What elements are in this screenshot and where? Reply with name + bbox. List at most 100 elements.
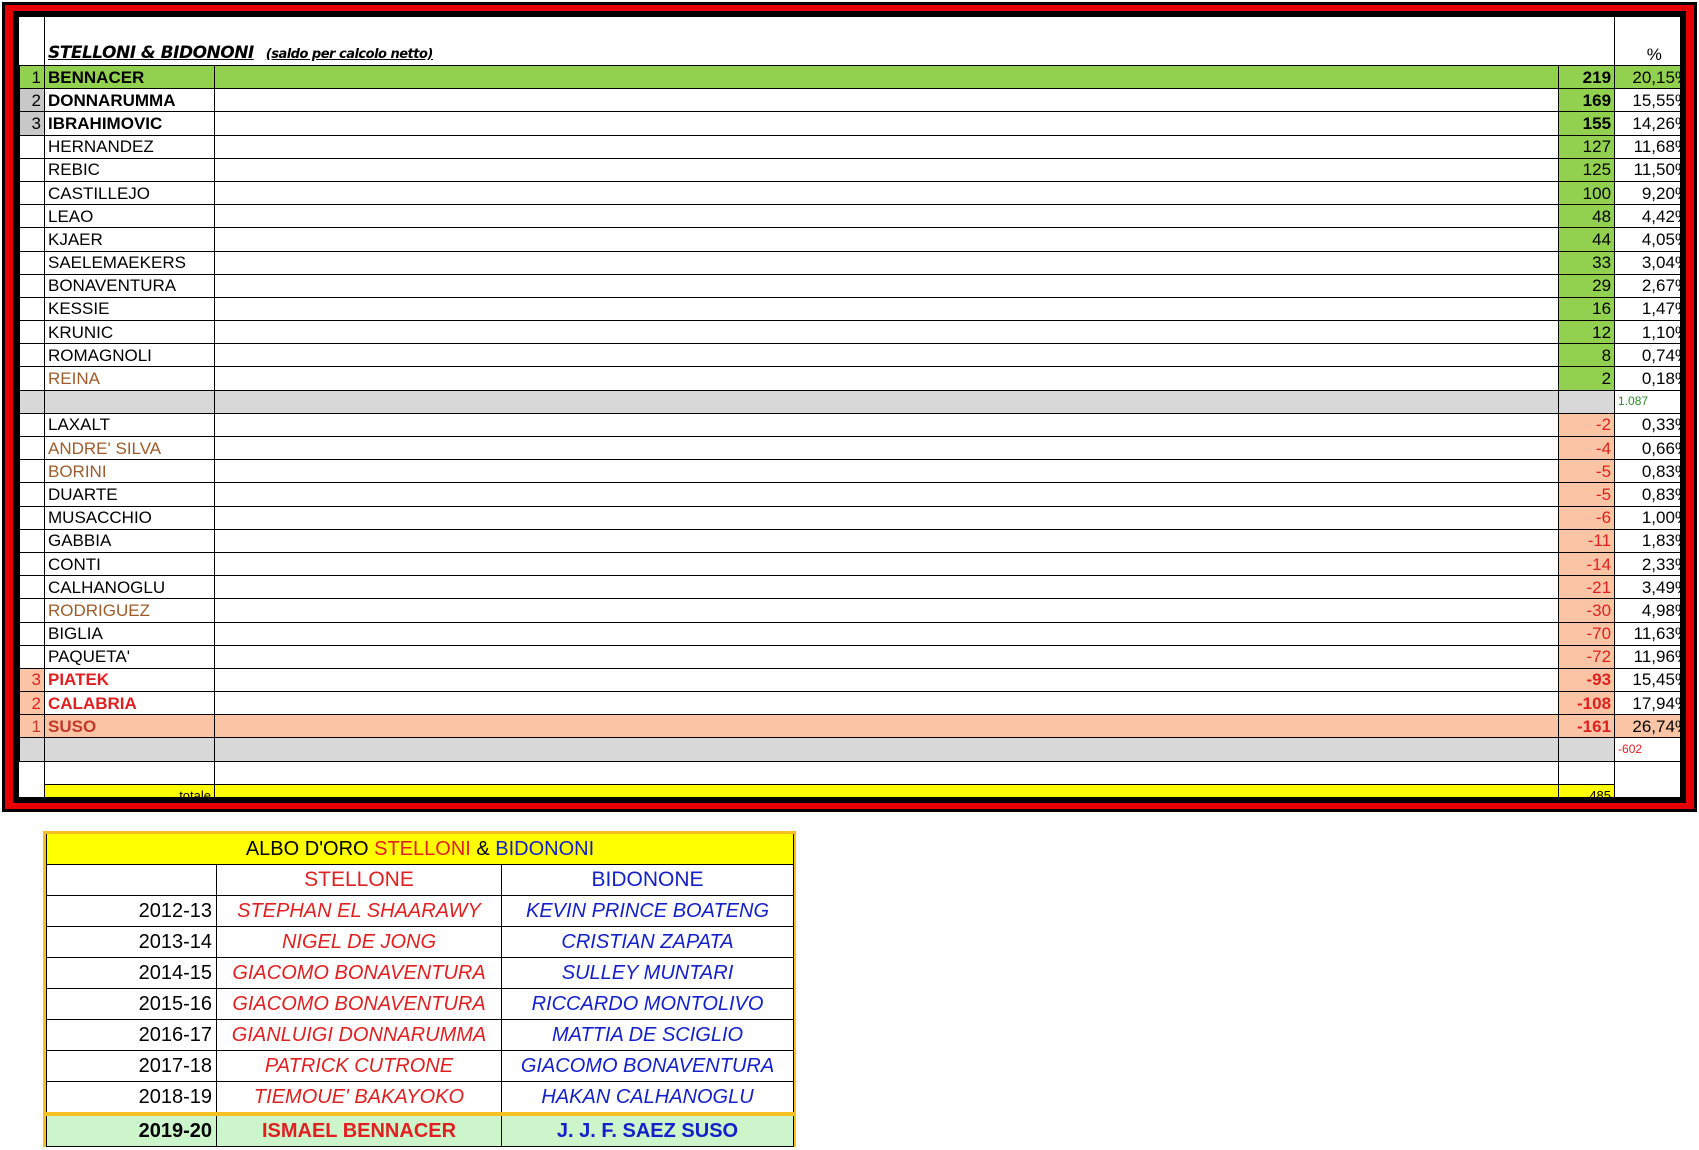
player-name-cell[interactable]: CALHANOGLU (44, 575, 215, 600)
player-name-cell[interactable]: BIGLIA (44, 621, 215, 646)
player-name-cell[interactable]: KJAER (44, 227, 215, 252)
player-name-cell[interactable]: PAQUETA' (44, 644, 215, 669)
percent-cell[interactable]: 11,68% (1614, 134, 1680, 159)
percent-cell[interactable]: 0,33% (1614, 412, 1680, 438)
score-cell[interactable]: -2 (1557, 412, 1616, 438)
player-name-cell[interactable]: LEAO (44, 204, 215, 229)
albo-bidonone[interactable]: MATTIA DE SCIGLIO (500, 1019, 795, 1051)
player-name-cell[interactable]: IBRAHIMOVIC (44, 111, 215, 136)
player-name-cell[interactable]: PIATEK (44, 667, 215, 693)
rank-cell[interactable] (19, 296, 45, 322)
empty-cell[interactable] (214, 667, 1559, 693)
empty-cell[interactable] (214, 111, 1559, 136)
albo-stellone[interactable]: TIEMOUE' BAKAYOKO (216, 1081, 502, 1115)
percent-cell[interactable]: 3,49% (1614, 575, 1680, 600)
empty-cell[interactable] (214, 134, 1559, 159)
empty-cell[interactable] (214, 273, 1559, 298)
percent-cell[interactable]: 4,05% (1614, 227, 1680, 252)
score-cell[interactable]: -30 (1557, 598, 1616, 623)
rank-cell[interactable] (19, 598, 45, 623)
percent-cell[interactable]: 0,74% (1614, 343, 1680, 368)
separator-cell[interactable] (214, 389, 1559, 414)
rank-cell[interactable]: 1 (19, 714, 45, 739)
empty-cell[interactable] (214, 412, 1559, 438)
total-label[interactable]: totale (44, 783, 215, 797)
albo-stellone[interactable]: PATRICK CUTRONE (216, 1050, 502, 1082)
score-cell[interactable]: -5 (1557, 459, 1616, 484)
score-cell[interactable]: -14 (1557, 551, 1616, 577)
score-cell[interactable]: 29 (1557, 273, 1616, 298)
albo-bidonone[interactable]: HAKAN CALHANOGLU (500, 1081, 795, 1115)
albo-stellone[interactable]: ISMAEL BENNACER (216, 1112, 502, 1147)
rank-cell[interactable] (19, 157, 45, 182)
albo-stellone[interactable]: NIGEL DE JONG (216, 926, 502, 958)
separator-cell[interactable] (44, 389, 215, 414)
percent-cell[interactable]: 1,00% (1614, 505, 1680, 530)
rank-cell[interactable] (19, 180, 45, 206)
empty-cell[interactable] (214, 714, 1559, 739)
percent-cell[interactable]: 1,47% (1614, 296, 1680, 322)
albo-bidonone[interactable]: CRISTIAN ZAPATA (500, 926, 795, 958)
empty-cell[interactable] (214, 343, 1559, 368)
rank-cell[interactable] (19, 644, 45, 669)
percent-cell[interactable]: 17,94% (1614, 691, 1680, 716)
empty-cell[interactable] (214, 227, 1559, 252)
empty-cell[interactable] (214, 204, 1559, 229)
rank-cell[interactable]: 3 (19, 111, 45, 136)
empty-cell[interactable] (214, 320, 1559, 345)
player-name-cell[interactable]: KESSIE (44, 296, 215, 322)
rank-cell[interactable] (19, 320, 45, 345)
empty-cell[interactable] (214, 760, 1559, 785)
total-value[interactable]: 485 (1557, 783, 1616, 797)
score-cell[interactable]: -21 (1557, 575, 1616, 600)
rank-cell[interactable] (19, 250, 45, 275)
albo-bidonone[interactable]: KEVIN PRINCE BOATENG (500, 895, 795, 927)
player-name-cell[interactable]: BORINI (44, 459, 215, 484)
separator-cell[interactable] (1557, 737, 1616, 762)
player-name-cell[interactable]: LAXALT (44, 412, 215, 438)
empty-cell[interactable] (1557, 760, 1616, 785)
player-name-cell[interactable]: BENNACER (44, 64, 215, 90)
percent-cell[interactable]: 3,04% (1614, 250, 1680, 275)
percent-cell[interactable]: 4,98% (1614, 598, 1680, 623)
rank-cell[interactable] (19, 412, 45, 438)
albo-stellone[interactable]: GIACOMO BONAVENTURA (216, 957, 502, 989)
percent-cell[interactable]: 20,15% (1614, 64, 1680, 90)
score-cell[interactable]: -11 (1557, 528, 1616, 553)
albo-season[interactable]: 2017-18 (46, 1050, 217, 1082)
albo-season[interactable]: 2015-16 (46, 988, 217, 1020)
total-empty-cell[interactable] (214, 783, 1559, 797)
score-cell[interactable]: 219 (1557, 64, 1616, 90)
albo-stellone-header[interactable]: STELLONE (216, 864, 502, 896)
player-name-cell[interactable]: SAELEMAEKERS (44, 250, 215, 275)
rank-cell[interactable] (19, 435, 45, 461)
empty-cell[interactable] (214, 366, 1559, 391)
albo-season[interactable]: 2016-17 (46, 1019, 217, 1051)
albo-season[interactable]: 2013-14 (46, 926, 217, 958)
empty-cell[interactable] (214, 551, 1559, 577)
empty-cell[interactable] (214, 64, 1559, 90)
empty-cell[interactable] (214, 528, 1559, 553)
albo-bidonone[interactable]: RICCARDO MONTOLIVO (500, 988, 795, 1020)
empty-cell[interactable] (44, 760, 215, 785)
percent-cell[interactable]: 4,42% (1614, 204, 1680, 229)
percent-cell[interactable]: 0,83% (1614, 482, 1680, 507)
albo-season[interactable]: 2012-13 (46, 895, 217, 927)
rank-cell[interactable] (19, 528, 45, 553)
player-name-cell[interactable]: GABBIA (44, 528, 215, 553)
percent-cell[interactable]: 26,74% (1614, 714, 1680, 739)
empty-cell[interactable] (214, 296, 1559, 322)
player-name-cell[interactable]: ROMAGNOLI (44, 343, 215, 368)
score-cell[interactable]: -6 (1557, 505, 1616, 530)
player-name-cell[interactable]: KRUNIC (44, 320, 215, 345)
player-name-cell[interactable]: ANDRE' SILVA (44, 435, 215, 461)
empty-cell[interactable] (214, 621, 1559, 646)
albo-stellone[interactable]: STEPHAN EL SHAARAWY (216, 895, 502, 927)
empty-cell[interactable] (214, 88, 1559, 113)
percent-cell[interactable]: 11,96% (1614, 644, 1680, 669)
albo-season[interactable]: 2019-20 (46, 1112, 217, 1147)
empty-cell[interactable] (214, 459, 1559, 484)
score-cell[interactable]: 33 (1557, 250, 1616, 275)
empty-cell[interactable] (214, 575, 1559, 600)
empty-cell[interactable] (214, 250, 1559, 275)
